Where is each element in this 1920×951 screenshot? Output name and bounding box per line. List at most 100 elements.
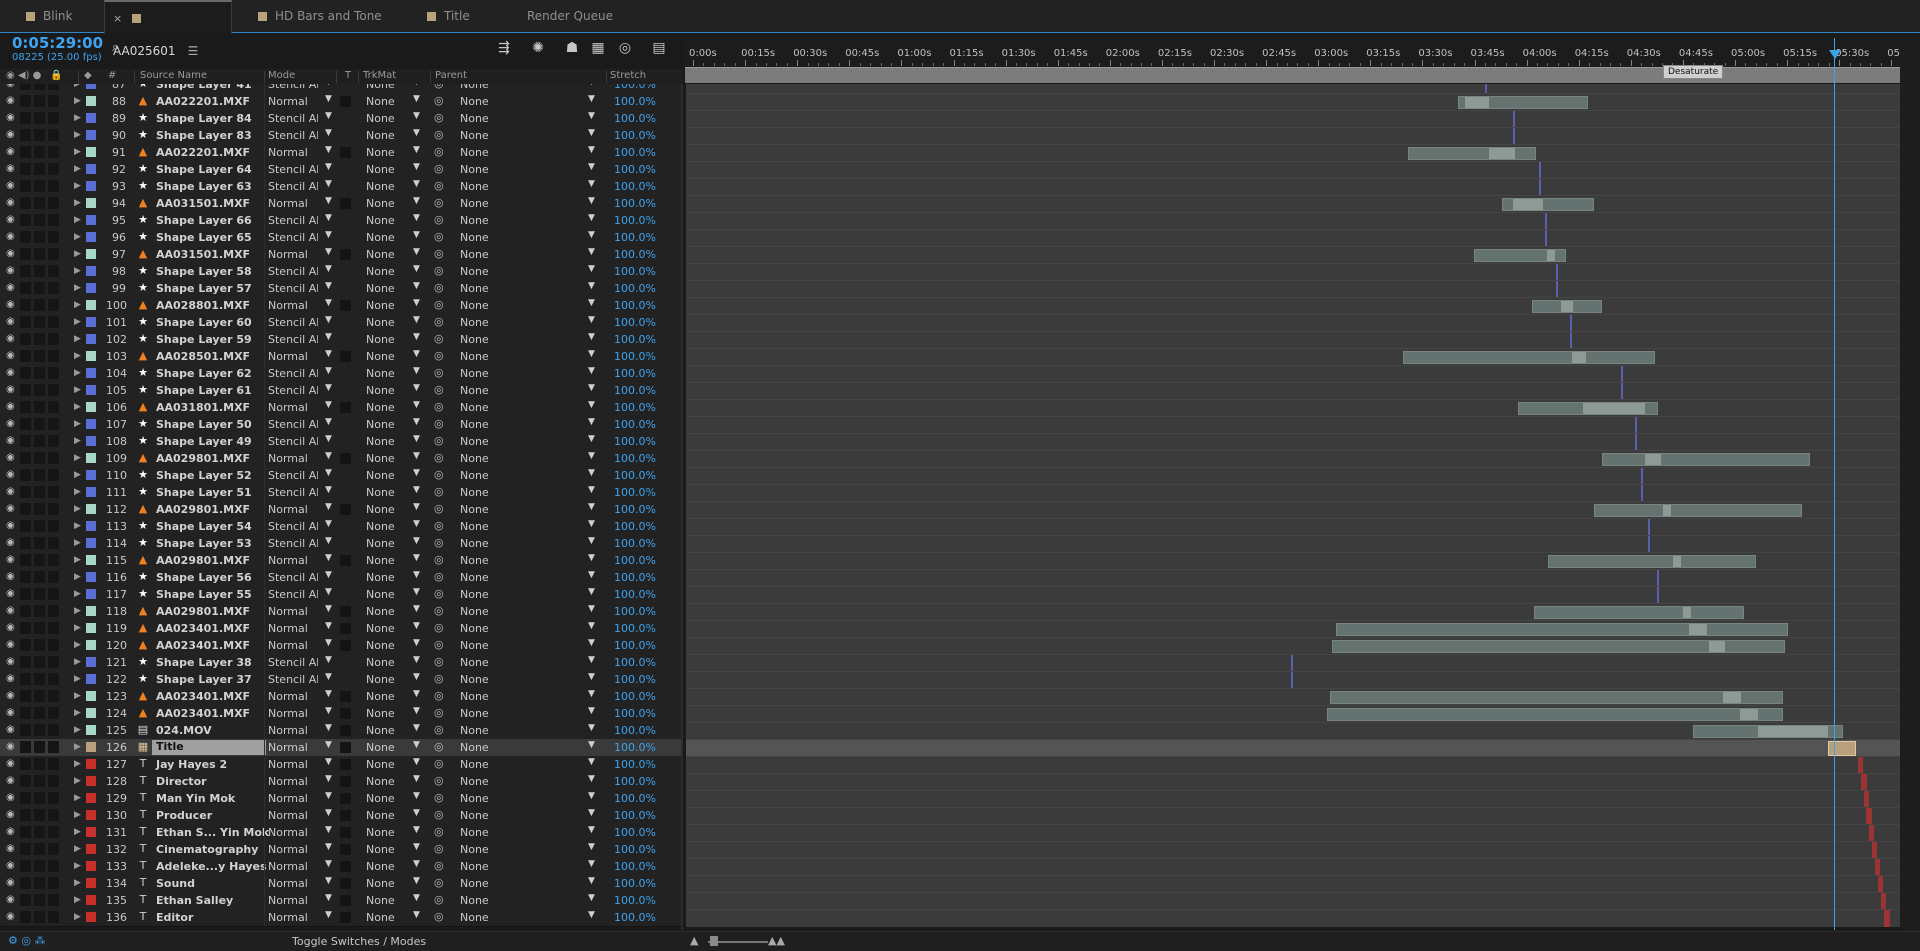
label-color[interactable] [86,385,96,395]
parent-dropdown[interactable]: None [460,112,489,125]
layer-duration-bar[interactable] [1403,351,1655,364]
preserve-transparency-checkbox[interactable] [340,861,351,872]
track-matte-dropdown[interactable]: None [366,486,395,499]
stretch-value[interactable]: 100.0% [614,758,656,771]
layer-row[interactable]: ◉ ▶ 112 ▲ AA029801.MXF Normal ▼ None ▼ ◎ None ▼ 100.… [0,501,1900,519]
preserve-transparency-checkbox[interactable] [340,793,351,804]
expand-triangle-icon[interactable]: ▶ [74,589,81,599]
layer-timeline-track[interactable] [686,739,1900,757]
chevron-down-icon[interactable]: ▼ [588,689,595,699]
expand-triangle-icon[interactable]: ▶ [74,572,81,582]
parent-dropdown[interactable]: None [460,588,489,601]
label-color[interactable] [86,147,96,157]
expand-triangle-icon[interactable]: ▶ [74,113,81,123]
chevron-down-icon[interactable]: ▼ [588,315,595,325]
chevron-down-icon[interactable]: ▼ [588,536,595,546]
parent-dropdown[interactable]: None [460,84,489,91]
pick-whip-icon[interactable]: ◎ [434,706,444,719]
eye-icon[interactable]: ◉ [6,640,16,650]
layer-duration-bar[interactable] [1534,606,1744,619]
layer-timeline-track[interactable] [686,450,1900,468]
blend-mode-dropdown[interactable]: Stencil Al [268,469,318,482]
blend-mode-dropdown[interactable]: Normal [268,809,318,822]
pick-whip-icon[interactable]: ◎ [434,876,444,889]
blend-mode-dropdown[interactable]: Normal [268,894,318,907]
chevron-down-icon[interactable]: ▼ [588,655,595,665]
layer-row[interactable]: ◉ ▶ 134 T Sound Normal ▼ None ▼ ◎ None ▼ 100.0% [0,875,1900,893]
track-matte-dropdown[interactable]: None [366,605,395,618]
layer-row[interactable]: ◉ ▶ 116 ★ Shape Layer 56 Stencil Al ▼ None ▼ ◎ Non… [0,569,1900,587]
label-color[interactable] [86,266,96,276]
blend-mode-dropdown[interactable]: Stencil Al [268,673,318,686]
lock-switch[interactable] [48,775,59,787]
layer-row[interactable]: ◉ ▶ 115 ▲ AA029801.MXF Normal ▼ None ▼ ◎ None ▼ 100.… [0,552,1900,570]
stretch-value[interactable]: 100.0% [614,84,656,91]
lock-switch[interactable] [48,129,59,141]
stretch-value[interactable]: 100.0% [614,248,656,261]
layer-row[interactable]: ◉ ▶ 132 T Cinematography Normal ▼ None ▼ ◎ None ▼ 10… [0,841,1900,859]
blend-mode-dropdown[interactable]: Stencil Al [268,537,318,550]
layer-name[interactable]: Editor [156,911,193,924]
layer-duration-bar[interactable] [1545,230,1547,247]
audio-switch[interactable] [20,214,31,226]
eye-icon[interactable]: ◉ [6,589,16,599]
pick-whip-icon[interactable]: ◎ [434,400,444,413]
composition-marker[interactable]: Desaturate [1663,65,1724,79]
chevron-down-icon[interactable]: ▼ [588,791,595,801]
track-matte-dropdown[interactable]: None [366,741,395,754]
layer-duration-bar[interactable] [1828,741,1856,756]
stretch-value[interactable]: 100.0% [614,877,656,890]
chevron-down-icon[interactable]: ▼ [413,332,420,342]
tab-render-queue[interactable]: Render Queue [527,0,613,32]
expand-triangle-icon[interactable]: ▶ [74,215,81,225]
blend-mode-dropdown[interactable]: Normal [268,197,318,210]
layer-duration-bar[interactable] [1648,519,1650,536]
preserve-transparency-checkbox[interactable] [340,96,351,107]
audio-switch[interactable] [20,860,31,872]
parent-dropdown[interactable]: None [460,843,489,856]
layer-timeline-track[interactable] [686,382,1900,400]
solo-switch[interactable] [34,146,45,158]
parent-dropdown[interactable]: None [460,605,489,618]
blend-mode-dropdown[interactable]: Stencil Al [268,571,318,584]
chevron-down-icon[interactable]: ▼ [413,417,420,427]
chevron-down-icon[interactable]: ▼ [413,162,420,172]
solo-switch[interactable] [34,248,45,260]
lock-switch[interactable] [48,435,59,447]
blend-mode-dropdown[interactable]: Normal [268,843,318,856]
layer-name[interactable]: AA029801.MXF [156,503,250,516]
eye-icon[interactable]: ◉ [6,317,16,327]
search-icon[interactable]: ⌕ [112,40,126,55]
blend-mode-dropdown[interactable]: Stencil Al [268,333,318,346]
audio-switch[interactable] [20,911,31,923]
stretch-value[interactable]: 100.0% [614,588,656,601]
pick-whip-icon[interactable]: ◎ [434,910,444,923]
lock-switch[interactable] [48,639,59,651]
solo-switch[interactable] [34,911,45,923]
parent-dropdown[interactable]: None [460,707,489,720]
track-matte-dropdown[interactable]: None [366,316,395,329]
blend-mode-dropdown[interactable]: Stencil Al [268,384,318,397]
layer-name[interactable]: Shape Layer 41 [156,84,252,91]
stretch-value[interactable]: 100.0% [614,146,656,159]
chevron-down-icon[interactable]: ▼ [413,213,420,223]
chevron-down-icon[interactable]: ▼ [588,84,595,87]
chevron-down-icon[interactable]: ▼ [413,910,420,920]
stretch-value[interactable]: 100.0% [614,384,656,397]
audio-switch[interactable] [20,571,31,583]
preserve-transparency-checkbox[interactable] [340,725,351,736]
expand-triangle-icon[interactable]: ▶ [74,130,81,140]
solo-switch[interactable] [34,180,45,192]
layer-name[interactable]: AA029801.MXF [156,452,250,465]
chevron-down-icon[interactable]: ▼ [325,604,332,614]
layer-duration-bar[interactable] [1861,774,1867,791]
chevron-down-icon[interactable]: ▼ [325,808,332,818]
track-matte-dropdown[interactable]: None [366,112,395,125]
layer-row[interactable]: ◉ ▶ 130 T Producer Normal ▼ None ▼ ◎ None ▼ 100.0% [0,807,1900,825]
preserve-transparency-checkbox[interactable] [340,249,351,260]
layer-name[interactable]: AA031801.MXF [156,401,250,414]
layer-name[interactable]: Producer [156,809,212,822]
layer-timeline-track[interactable] [686,858,1900,876]
track-matte-dropdown[interactable]: None [366,95,395,108]
chevron-down-icon[interactable]: ▼ [588,145,595,155]
